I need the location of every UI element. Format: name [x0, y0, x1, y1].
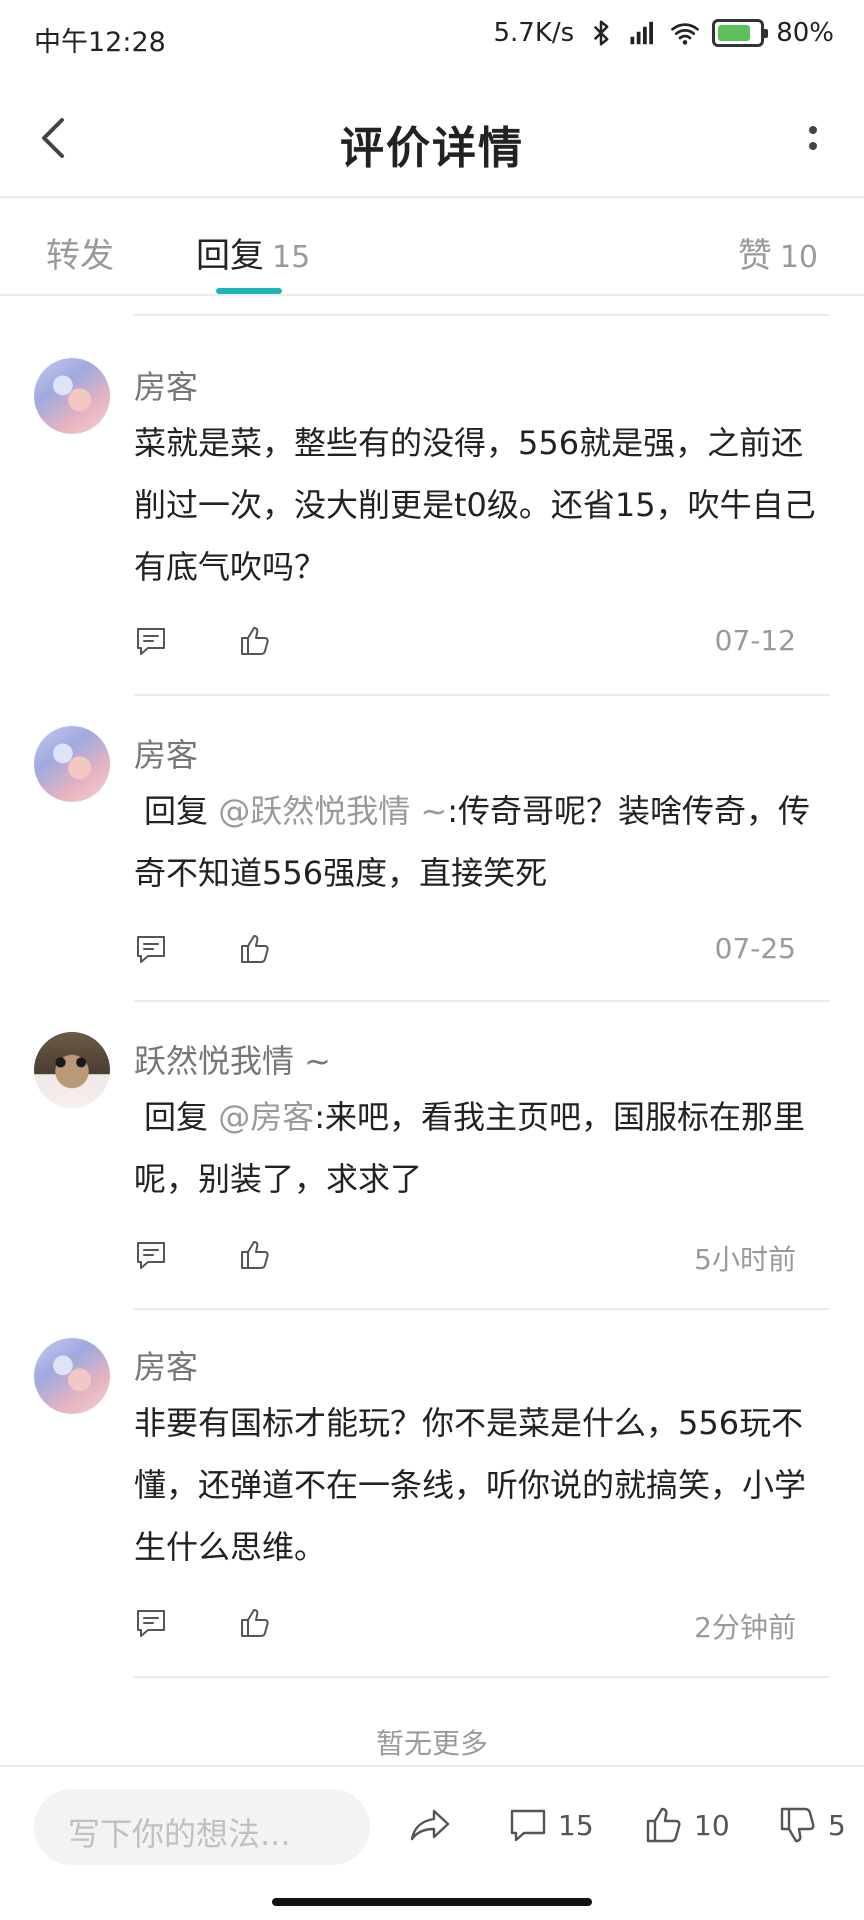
comment-body: 回复 @跃然悦我情 ~:传奇哥呢？装啥传奇，传奇不知道556强度，直接笑死 [134, 780, 834, 904]
more-vertical-icon-dot [809, 142, 817, 150]
share-icon [410, 1809, 450, 1841]
comment-author[interactable]: 房客 [134, 730, 198, 776]
thumbs-up-icon[interactable] [238, 1606, 272, 1640]
divider [134, 314, 830, 316]
avatar[interactable] [34, 1338, 110, 1414]
tab-like-label: 赞 [737, 236, 772, 276]
thumbs-up-icon [646, 1807, 681, 1843]
network-speed: 5.7K/s [493, 18, 575, 48]
comment-author[interactable]: 房客 [134, 362, 198, 408]
mention-link[interactable]: @跃然悦我情 ~ [218, 792, 447, 830]
tab-forward[interactable]: 转发 [46, 228, 114, 277]
mention-link[interactable]: @房客 [218, 1098, 314, 1136]
comment-actions: 07-25 [134, 926, 796, 972]
comment-icon [510, 1809, 546, 1842]
tab-reply-label: 回复 [196, 236, 264, 276]
comment-icon[interactable] [134, 1238, 168, 1272]
tab-reply[interactable]: 回复 15 [196, 228, 310, 277]
signal-icon [630, 21, 654, 45]
comment-body: 菜就是菜，整些有的没得，556就是强，之前还削过一次，没大削更是t0级。还省15… [134, 412, 834, 598]
comment-count-button[interactable]: 15 [508, 1805, 594, 1845]
comment-date: 07-12 [714, 624, 796, 657]
wifi-icon [671, 23, 700, 45]
dislike-count: 5 [828, 1808, 846, 1842]
active-tab-indicator [216, 288, 282, 294]
status-time: 中午12:28 [34, 27, 166, 58]
comment-icon[interactable] [134, 1606, 168, 1640]
avatar[interactable] [34, 1032, 110, 1108]
divider [134, 1308, 830, 1310]
comment-count: 15 [558, 1808, 594, 1842]
battery-icon [712, 19, 769, 47]
reply-prefix: 回复 [144, 792, 209, 830]
comment-text: 菜就是菜，整些有的没得，556就是强，之前还削过一次，没大削更是t0级。还省15… [134, 424, 816, 586]
like-button[interactable]: 10 [644, 1805, 730, 1845]
divider [134, 694, 830, 696]
more-button[interactable] [788, 108, 838, 168]
divider [134, 1676, 830, 1678]
home-indicator[interactable] [272, 1898, 592, 1906]
status-icons: 5.7K/s 80% [493, 18, 834, 48]
comment-actions: 2分钟前 [134, 1600, 796, 1646]
comment-icon[interactable] [134, 624, 168, 658]
bottom-action-bar: 写下你的想法... 15 10 5 [0, 1765, 864, 1887]
tab-reply-count: 15 [272, 240, 311, 275]
thumbs-up-icon[interactable] [238, 932, 272, 966]
header: 评价详情 [0, 78, 864, 198]
battery-percent: 80% [776, 18, 834, 48]
avatar[interactable] [34, 726, 110, 802]
comment-actions: 07-12 [134, 618, 796, 664]
like-count: 10 [694, 1808, 730, 1842]
page-title: 评价详情 [340, 123, 524, 174]
no-more-text: 暂无更多 [375, 1727, 488, 1760]
comment-date: 5小时前 [694, 1243, 796, 1276]
dislike-button[interactable]: 5 [778, 1805, 846, 1845]
reply-prefix: 回复 [144, 1098, 209, 1136]
comment-actions: 5小时前 [134, 1232, 796, 1278]
battery-level [718, 25, 751, 41]
more-vertical-icon [809, 126, 817, 134]
comment-input[interactable]: 写下你的想法... [34, 1789, 370, 1865]
bluetooth-icon [594, 20, 609, 46]
thumbs-up-icon[interactable] [238, 1238, 272, 1272]
divider [134, 1000, 830, 1002]
comment-body: 非要有国标才能玩？你不是菜是什么，556玩不懂，还弹道不在一条线，听你说的就搞笑… [134, 1392, 834, 1578]
comment-date: 2分钟前 [694, 1611, 796, 1644]
tab-like[interactable]: 赞 10 [738, 228, 818, 277]
thumbs-up-icon[interactable] [238, 624, 272, 658]
comment-icon[interactable] [134, 932, 168, 966]
tab-like-count: 10 [779, 240, 818, 275]
thumbs-down-icon [780, 1807, 815, 1843]
comment-date: 07-25 [714, 932, 796, 965]
comment-author[interactable]: 跃然悦我情 ~ [134, 1036, 331, 1082]
tab-bar: 转发 回复 15 赞 10 [0, 198, 864, 296]
comment-body: 回复 @房客:来吧，看我主页吧，国服标在那里呢，别装了，求求了 [134, 1086, 834, 1210]
avatar[interactable] [34, 358, 110, 434]
tab-forward-label: 转发 [46, 236, 114, 276]
comment-author[interactable]: 房客 [134, 1342, 198, 1388]
status-bar: 中午12:28 5.7K/s 80% [0, 0, 864, 78]
comment-text: 非要有国标才能玩？你不是菜是什么，556玩不懂，还弹道不在一条线，听你说的就搞笑… [134, 1404, 807, 1566]
share-button[interactable] [408, 1805, 452, 1845]
